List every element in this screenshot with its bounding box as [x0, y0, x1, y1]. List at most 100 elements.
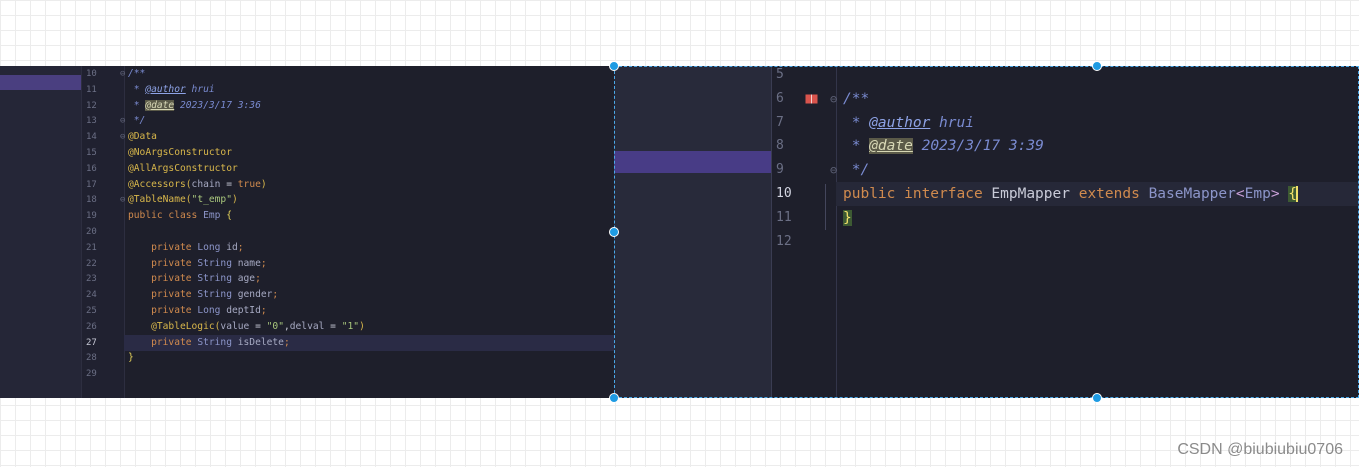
code-token: @date	[145, 99, 175, 111]
code-token: value	[220, 320, 250, 332]
code-line[interactable]: 10 ⊖/**	[0, 66, 614, 82]
code-line[interactable]: 27 private String isDelete;	[0, 334, 614, 351]
code-token: Emp	[203, 210, 221, 222]
fold-toggle-icon[interactable]: ⊖	[120, 66, 125, 82]
code-token: )	[359, 320, 365, 332]
code-token: String	[197, 336, 232, 348]
code-token: 2023/3/17 3:36	[174, 99, 261, 111]
code-token: )	[231, 194, 238, 206]
code-token: gender	[231, 289, 273, 301]
line-number: 23	[86, 274, 97, 285]
code-token: */	[128, 115, 146, 127]
line-number: 24	[86, 290, 97, 301]
code-token: "0"	[266, 320, 284, 332]
code-line[interactable]: 26 @TableLogic(value = "0",delval = "1")	[0, 319, 614, 335]
code-line[interactable]: 29	[0, 366, 614, 382]
code-token: @NoArgsConstructor	[128, 147, 232, 158]
resize-handle-bottom-left[interactable]	[609, 393, 619, 403]
line-number: 22	[86, 258, 97, 269]
code-line[interactable]: 12 * @date 2023/3/17 3:36	[0, 98, 614, 114]
code-text: private Long deptId;	[128, 303, 267, 319]
code-text: private String gender;	[128, 287, 278, 303]
line-number: 28	[86, 353, 97, 364]
code-text: private String age;	[128, 271, 261, 287]
code-text: @Data	[128, 129, 157, 145]
line-number: 25	[86, 306, 97, 316]
code-token: Long	[197, 241, 221, 253]
code-token: ;	[272, 289, 279, 301]
code-token: "1"	[341, 320, 360, 332]
code-line[interactable]: 21 private Long id;	[0, 240, 614, 256]
line-number: 12	[86, 100, 97, 111]
code-token: private	[128, 241, 198, 253]
code-text: @TableName("t_emp")	[128, 192, 238, 208]
line-number: 17	[86, 179, 97, 190]
code-token: deptId	[220, 305, 261, 316]
line-number: 11	[86, 84, 97, 95]
code-text: @TableLogic(value = "0",delval = "1")	[128, 319, 365, 335]
code-line[interactable]: 23 private String age;	[0, 271, 614, 287]
code-token: "t_emp"	[191, 194, 232, 206]
code-token: String	[197, 273, 232, 285]
code-line[interactable]: 20	[0, 224, 614, 240]
code-text: public class Emp {	[128, 208, 232, 224]
code-token: ;	[237, 241, 244, 253]
code-line[interactable]: 14 ⊖ @Data	[0, 129, 614, 145]
code-token: )	[260, 178, 267, 190]
code-text: private String isDelete;	[128, 335, 290, 351]
line-number: 14	[86, 132, 97, 143]
code-line[interactable]: 13 ⊖ */	[0, 113, 614, 129]
code-line[interactable]: 24 private String gender;	[0, 287, 614, 303]
line-number: 29	[86, 369, 97, 380]
fold-toggle-icon[interactable]: ⊖	[120, 113, 125, 129]
resize-handle-top-left[interactable]	[609, 61, 619, 71]
code-token: @Accessors(	[128, 178, 192, 190]
code-token: ;	[260, 305, 267, 316]
code-line[interactable]: 18 ⊖ @TableName("t_emp")	[0, 192, 614, 208]
code-token: id	[220, 241, 238, 253]
line-number: 19	[86, 211, 97, 222]
code-token: private	[128, 305, 198, 316]
code-token: {	[220, 210, 232, 222]
code-token: @Data	[128, 131, 157, 143]
line-number: 20	[86, 227, 97, 237]
code-token: @author	[145, 83, 186, 95]
code-line[interactable]: 11 * @author hrui	[0, 82, 614, 98]
code-line[interactable]: 17 @Accessors(chain = true)	[0, 177, 614, 193]
code-token: public class	[128, 210, 204, 222]
code-line[interactable]: 28}	[0, 350, 614, 366]
line-number: 18	[86, 195, 97, 206]
code-token: hrui	[185, 83, 215, 95]
line-number: 16	[86, 163, 97, 174]
code-line[interactable]: 19 public class Emp {	[0, 208, 614, 224]
line-number: 21	[86, 242, 97, 253]
code-token: String	[197, 289, 232, 301]
code-token: ;	[255, 273, 261, 285]
code-token: Long	[197, 305, 221, 316]
resize-handle-bottom-middle[interactable]	[1092, 393, 1102, 403]
code-token: private	[128, 336, 198, 348]
code-line[interactable]: 22 private String name;	[0, 256, 614, 272]
line-number: 13	[86, 116, 97, 127]
code-text: */	[128, 113, 146, 129]
code-token: name	[231, 257, 261, 269]
code-token: *	[128, 83, 146, 95]
code-token: ;	[260, 257, 267, 269]
code-token: =	[220, 178, 238, 190]
code-text: private Long id;	[128, 240, 244, 256]
code-text: @AllArgsConstructor	[128, 161, 238, 177]
fold-toggle-icon[interactable]: ⊖	[120, 129, 125, 145]
code-line[interactable]: 16 @AllArgsConstructor	[0, 161, 614, 177]
code-token: *	[128, 99, 146, 111]
code-text: /**	[128, 66, 145, 82]
code-token: delval	[289, 320, 325, 332]
resize-handle-top-middle[interactable]	[1092, 61, 1102, 71]
code-token: chain	[191, 178, 221, 190]
code-token: isDelete	[231, 336, 284, 348]
resize-handle-middle-left[interactable]	[609, 227, 619, 237]
fold-toggle-icon[interactable]: ⊖	[120, 192, 125, 208]
selection-frame[interactable]	[614, 66, 1359, 398]
code-line[interactable]: 15 @NoArgsConstructor	[0, 145, 614, 161]
code-token: =	[324, 320, 342, 332]
code-line[interactable]: 25 private Long deptId;	[0, 303, 614, 319]
